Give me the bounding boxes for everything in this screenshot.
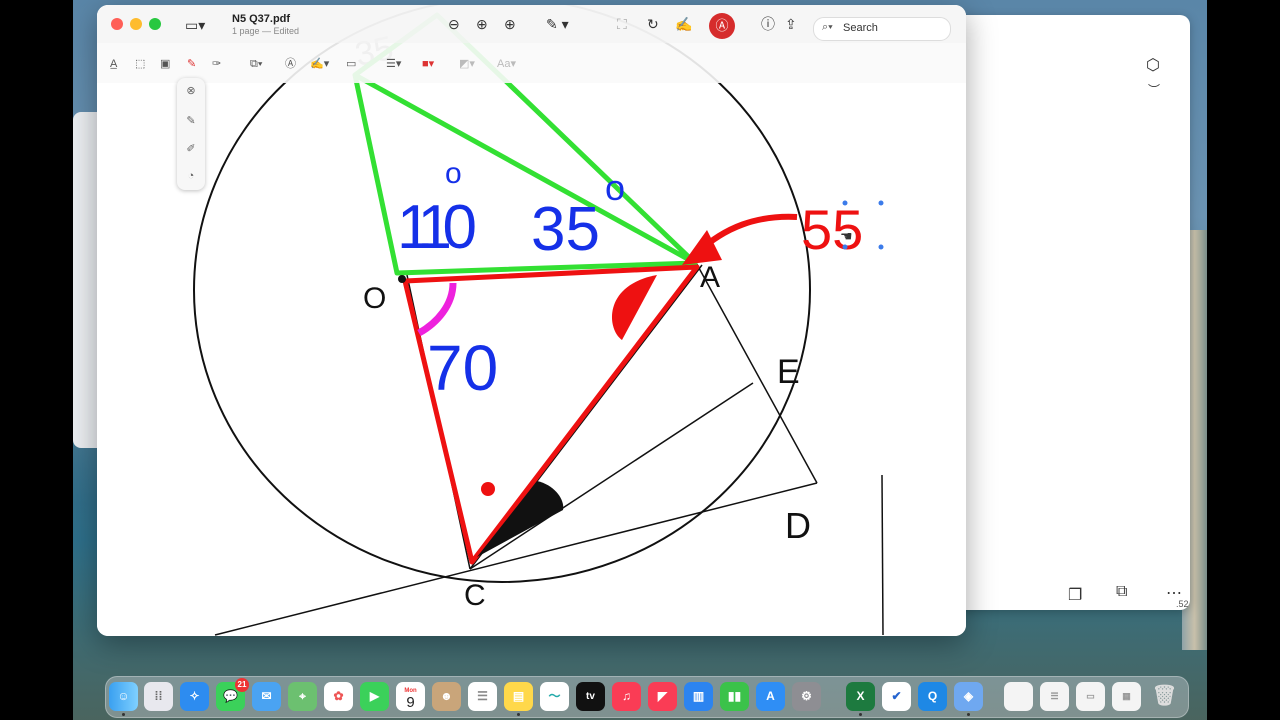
trash-icon[interactable]: 🗑 [1150, 682, 1179, 711]
mail-icon[interactable]: ✉ [252, 682, 281, 711]
shapes-icon[interactable]: ⧉▾ [250, 57, 262, 71]
search-icon: ⌕▾ [822, 21, 833, 33]
gallery-icon[interactable]: ❐ [1068, 585, 1082, 605]
calendar-icon[interactable]: Mon 9 [396, 682, 425, 711]
angle-110-degree: o [445, 157, 462, 190]
zoom-fit-icon[interactable]: ⊕ [504, 16, 516, 32]
share-icon[interactable]: ⇪ [785, 16, 797, 32]
point-e-label: E [777, 353, 800, 391]
messages-badge: 21 [235, 678, 249, 692]
crop-icon[interactable]: ⛶ [617, 16, 627, 32]
document-title: N5 Q37.pdf [232, 13, 291, 25]
calendar-day: 9 [406, 694, 415, 711]
point-o-label: O [363, 282, 386, 315]
pdf-page-canvas[interactable]: 35 110 o 35 o 70 55 ☚ O A E D [97, 5, 966, 636]
running-indicator [517, 713, 520, 716]
quicktime-icon[interactable]: Q [918, 682, 947, 711]
sidebar-icon[interactable]: ▭▾ [185, 17, 205, 33]
title-bar[interactable]: ▭▾ N5 Q37.pdf 1 page — Edited ⊖ ⊕ ⊕ ✎ ▾ … [97, 5, 966, 43]
pencil-icon[interactable]: ✎ [177, 114, 205, 127]
running-indicator [967, 713, 970, 716]
launchpad-icon[interactable]: ⁞⁞ [144, 682, 173, 711]
signature-icon[interactable]: ✍ [675, 16, 692, 32]
pen-tool-icon[interactable]: ✐ [177, 142, 205, 155]
rotate-icon[interactable]: ↻ [647, 16, 659, 32]
eraser-icon[interactable]: ◔ [177, 170, 205, 182]
new-window-icon[interactable]: ⧉ [1116, 583, 1127, 601]
angle-35-degree: o [605, 167, 625, 208]
photos-icon[interactable]: ✿ [324, 682, 353, 711]
point-c-label: C [464, 579, 486, 612]
messages-icon[interactable]: 💬 21 [216, 678, 249, 711]
text-box-icon[interactable]: Ⓐ [285, 57, 296, 71]
minimize-button[interactable] [130, 18, 142, 30]
red-dot [481, 482, 495, 496]
todo-icon[interactable]: ✔ [882, 682, 911, 711]
angle-110-label: 110 [397, 193, 477, 262]
line-style-icon[interactable]: ☰▾ [386, 57, 401, 71]
angle-35-label: 35 [531, 195, 600, 264]
rect-select-icon[interactable]: ⬚ [135, 57, 145, 71]
notes-icon[interactable]: ▤ [504, 682, 533, 711]
reminders-icon[interactable]: ☰ [468, 682, 497, 711]
instant-alpha-icon[interactable]: ▣ [160, 57, 170, 71]
finder-icon[interactable]: ☺ [109, 682, 138, 711]
text-selection-icon[interactable]: A̲ [110, 57, 117, 71]
numbers-icon[interactable]: ▮▮ [720, 682, 749, 711]
running-indicator [122, 713, 125, 716]
music-icon[interactable]: ♫ [612, 682, 641, 711]
sketch-tool-panel[interactable]: ⊗ ✎ ✐ ◔ [177, 78, 205, 190]
close-icon[interactable]: ⊗ [177, 84, 205, 97]
preview-window[interactable]: 35 110 o 35 o 70 55 ☚ O A E D [97, 5, 966, 636]
point-d-label: D [785, 505, 811, 546]
border-color-icon[interactable]: ■▾ [422, 57, 434, 71]
cube-icon[interactable]: ⬡ [1146, 55, 1160, 75]
note-icon[interactable]: ▭ [346, 57, 356, 71]
point-o-dot [398, 275, 406, 283]
markup-toolbar[interactable]: A̲ ⬚ ▣ ✎ ✑ ⧉▾ Ⓐ ✍▾ ▭ ☰▾ ■▾ ◩▾ Aa▾ [97, 43, 966, 83]
angle-55-label: 55 [801, 198, 863, 261]
sketch-icon[interactable]: ✎ [187, 57, 196, 71]
chevron-down-icon[interactable]: ︶ [1148, 81, 1160, 98]
minimized-window-1[interactable] [1004, 682, 1033, 711]
safari-icon[interactable]: ✧ [180, 682, 209, 711]
keynote-icon[interactable]: ▥ [684, 682, 713, 711]
minimized-window-4[interactable]: ▦ [1112, 682, 1141, 711]
minimized-window-2[interactable]: ☰ [1040, 682, 1069, 711]
minimized-window-3[interactable]: ▭ [1076, 682, 1105, 711]
time-fragment: .52 [1176, 599, 1189, 609]
contacts-icon[interactable]: ☻ [432, 682, 461, 711]
maps-icon[interactable]: ⌖ [288, 682, 317, 711]
preview-icon[interactable]: ◈ [954, 682, 983, 711]
document-subtitle: 1 page — Edited [232, 26, 300, 36]
fill-color-icon[interactable]: ◩▾ [459, 57, 475, 71]
pen-icon[interactable]: ✎ ▾ [546, 16, 569, 32]
search-placeholder: Search [843, 22, 878, 34]
markup-icon[interactable]: Ⓐ [709, 13, 735, 39]
angle-70-label: 70 [427, 332, 498, 404]
close-button[interactable] [111, 18, 123, 30]
system-settings-icon[interactable]: ⚙ [792, 682, 821, 711]
zoom-button[interactable] [149, 18, 161, 30]
search-field[interactable]: ⌕▾ Search [813, 17, 951, 41]
sign-icon[interactable]: ✍▾ [310, 57, 329, 71]
freeform-icon[interactable]: 〜 [540, 682, 569, 711]
info-icon[interactable]: ⓘ [761, 16, 775, 32]
excel-icon[interactable]: X [846, 682, 875, 711]
zoom-out-icon[interactable]: ⊖ [448, 16, 460, 32]
app-store-icon[interactable]: A [756, 682, 785, 711]
zoom-in-icon[interactable]: ⊕ [476, 16, 488, 32]
running-indicator [859, 713, 862, 716]
hand-cursor-icon: ☚ [840, 228, 853, 244]
draw-icon[interactable]: ✑ [212, 57, 221, 71]
news-icon[interactable]: ◤ [648, 682, 677, 711]
point-a-label: A [700, 261, 720, 294]
apple-tv-icon[interactable]: tv [576, 682, 605, 711]
dock[interactable]: ☺ ⁞⁞ ✧ 💬 21 ✉ ⌖ ✿ ▶ Mon 9 ☻ ☰ ▤ 〜 tv ♫ ◤ … [105, 676, 1189, 718]
background-window-right[interactable]: ⬡ ︶ ❐ ⧉ ⋯ .52 [960, 15, 1190, 610]
facetime-icon[interactable]: ▶ [360, 682, 389, 711]
font-icon[interactable]: Aa▾ [497, 57, 516, 71]
